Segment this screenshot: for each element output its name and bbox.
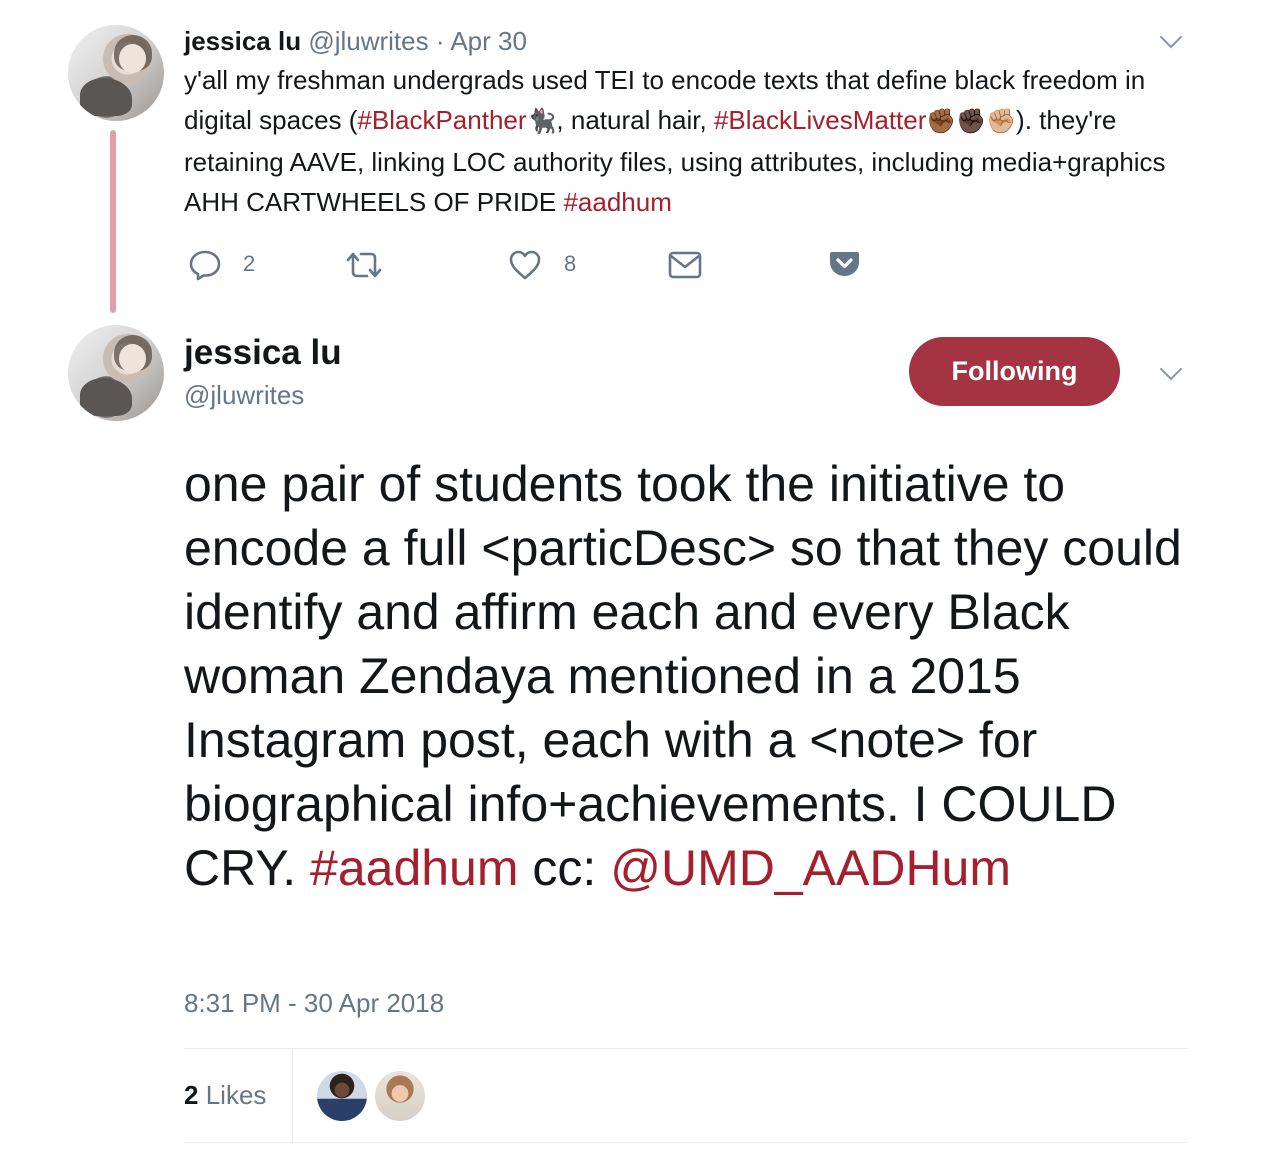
like-icon — [509, 250, 541, 280]
tweet2-display-name[interactable]: jessica lu — [184, 332, 342, 374]
direct-message-button[interactable] — [668, 251, 702, 279]
tweet-timestamp[interactable]: 8:31 PM - 30 Apr 2018 — [184, 986, 444, 1020]
following-button[interactable]: Following — [909, 337, 1120, 406]
mention-umd-aadhum[interactable]: @UMD_AADHum — [610, 840, 1011, 896]
stats-divider-top — [184, 1048, 1188, 1049]
pocket-icon — [830, 252, 859, 276]
reply-count: 2 — [243, 251, 256, 276]
tweet1-text-part2: , natural hair, — [556, 105, 714, 135]
black-panther-emoji: 🐈‍⬛ — [526, 108, 557, 135]
likes-stat[interactable]: 2 Likes — [184, 1078, 266, 1112]
likes-count: 2 — [184, 1080, 199, 1110]
tweet1-chevron-down-icon[interactable] — [1159, 25, 1183, 49]
stats-divider-vertical — [292, 1049, 293, 1142]
tweet1-text: y'all my freshman undergrads used TEI to… — [184, 60, 1184, 222]
author-avatar-tweet1[interactable] — [68, 25, 164, 121]
tweet1-separator: · — [435, 26, 445, 56]
like-button[interactable]: 8 — [508, 248, 588, 282]
tweet1-date[interactable]: Apr 30 — [450, 26, 527, 56]
like-count: 8 — [564, 251, 577, 276]
tweet2-handle[interactable]: @jluwrites — [184, 378, 304, 412]
cc-label: cc: — [518, 840, 611, 896]
tweet2-text: one pair of students took the initiative… — [184, 452, 1224, 900]
reply-button[interactable]: 2 — [188, 248, 268, 282]
retweet-icon — [346, 252, 382, 278]
tweet2-body-text: one pair of students took the initiative… — [184, 456, 1182, 896]
tweet1-header: jessica lu @jluwrites · Apr 30 — [184, 24, 527, 58]
stats-divider-bottom — [184, 1142, 1188, 1143]
pocket-button[interactable] — [829, 250, 860, 278]
tweet1-display-name[interactable]: jessica lu — [184, 26, 301, 56]
raised-fists-emoji: ✊🏾✊🏿✊🏼 — [926, 108, 1017, 135]
likes-label: Likes — [205, 1080, 267, 1110]
liker-avatar[interactable] — [375, 1071, 425, 1121]
liker-avatar[interactable] — [317, 1071, 367, 1121]
retweet-button[interactable] — [344, 250, 384, 280]
hashtag-aadhum-tweet1[interactable]: #aadhum — [563, 187, 671, 217]
tweet1-handle[interactable]: @jluwrites — [308, 26, 428, 56]
reply-icon — [189, 250, 221, 281]
hashtag-black-lives-matter[interactable]: #BlackLivesMatter — [714, 105, 926, 135]
thread-connector-line — [110, 130, 116, 313]
author-avatar-tweet2[interactable] — [68, 325, 164, 421]
hashtag-black-panther[interactable]: #BlackPanther — [357, 105, 526, 135]
tweet2-chevron-down-icon[interactable] — [1159, 357, 1183, 381]
direct-message-icon — [668, 251, 702, 279]
hashtag-aadhum-tweet2[interactable]: #aadhum — [310, 840, 519, 896]
